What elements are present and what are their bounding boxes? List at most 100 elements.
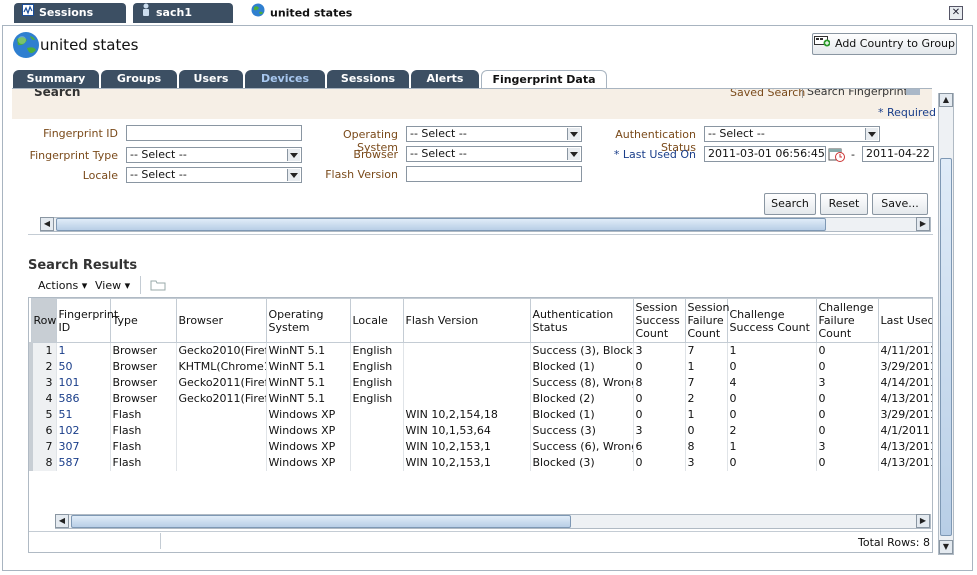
flash-version-input[interactable] (406, 166, 582, 182)
folder-icon[interactable] (150, 279, 166, 294)
calendar-icon[interactable] (828, 146, 846, 165)
saved-search-select[interactable]: Search Fingerprints (802, 89, 914, 98)
search-button[interactable]: Search (764, 193, 816, 215)
row-number: 1 (29, 342, 56, 359)
search-results-title: Search Results (28, 258, 138, 273)
last-used-to-input[interactable]: 2011-04-22 1 (862, 146, 934, 162)
fingerprint-link[interactable]: 51 (59, 408, 73, 421)
operating-system-select[interactable]: -- Select -- (406, 126, 582, 142)
column-header[interactable]: Browser (175, 298, 267, 343)
table-row[interactable]: 7 307 Flash Windows XP WIN 10,2,153,1 Success… (29, 438, 932, 455)
table-cell: 0 (632, 406, 685, 423)
scroll-up-icon[interactable]: ▲ (939, 93, 953, 107)
table-row[interactable]: 8 587 Flash Windows XP WIN 10,2,153,1 Blocked… (29, 454, 932, 471)
tab-groups[interactable]: Groups (101, 70, 177, 88)
table-row[interactable]: 250 BrowserKHTML(Chrome10WinNT 5.1English… (29, 358, 932, 375)
add-country-to-group-button[interactable]: Add Country to Group (812, 33, 957, 55)
scrollbar-thumb[interactable] (71, 515, 571, 528)
save-button[interactable]: Save... (872, 193, 928, 215)
table-cell: Windows XP (265, 422, 350, 439)
scroll-left-icon[interactable]: ◀ (40, 217, 54, 231)
table-cell: 4/11/2011 (877, 342, 932, 359)
table-row[interactable]: 3101BrowserGecko2011(FirefoxWinNT 5.1Eng… (29, 374, 932, 391)
tab-users[interactable]: Users (179, 70, 243, 88)
table-cell: WIN 10,2,153,1 (402, 454, 530, 471)
view-menu[interactable]: View ▾ (95, 279, 130, 292)
column-header[interactable]: Session Failure Count (684, 298, 729, 343)
table-cell: Windows XP (265, 454, 350, 471)
table-cell: English (349, 390, 403, 407)
chevron-down-icon (570, 132, 578, 137)
reset-button[interactable]: Reset (820, 193, 868, 215)
browser-select[interactable]: -- Select -- (406, 146, 582, 162)
table-cell: Flash (109, 438, 176, 455)
close-icon[interactable]: ✕ (949, 6, 963, 20)
scroll-down-icon[interactable]: ▼ (939, 540, 953, 554)
fingerprint-id-input[interactable] (126, 125, 302, 141)
top-tab-user[interactable]: sach1 (133, 3, 233, 23)
authentication-status-select[interactable]: -- Select -- (704, 126, 880, 142)
table-row[interactable]: 4586 BrowserGecko2011(FirefoxWinNT 5.1Eng… (29, 390, 932, 407)
scroll-right-icon[interactable]: ▶ (916, 217, 930, 231)
column-header[interactable]: Fingerprint ID (55, 298, 118, 343)
scrollbar-thumb[interactable] (56, 218, 826, 231)
tab-summary[interactable]: Summary (13, 70, 99, 88)
add-icon (813, 34, 831, 54)
row-number: 4 (29, 390, 56, 407)
fingerprint-id-link[interactable]: 101 (55, 374, 110, 391)
table-row[interactable]: 6 102 Flash Windows XP WIN 10,1,53,64 Success… (29, 422, 932, 439)
fingerprint-link[interactable]: 586 (59, 392, 80, 405)
tab-fingerprint-data[interactable]: Fingerprint Data (481, 70, 607, 89)
table-row[interactable]: 5 51 Flash Windows XP WIN 10,2,154,18 Blocked… (29, 406, 932, 423)
top-tab-label: Sessions (39, 6, 94, 19)
top-tab-sessions[interactable]: Sessions (14, 3, 126, 23)
fingerprint-id-link[interactable]: 102 (55, 422, 110, 439)
column-header[interactable]: Last Used O (877, 298, 932, 343)
saved-search-dropdown-icon[interactable] (906, 89, 920, 95)
actions-menu[interactable]: Actions ▾ (38, 279, 87, 292)
column-header-row[interactable]: Row (30, 298, 57, 343)
fingerprint-id-link[interactable]: 307 (55, 438, 110, 455)
table-cell: Flash (109, 406, 176, 423)
chevron-down-icon (290, 153, 298, 158)
fingerprint-link[interactable]: 587 (59, 456, 80, 469)
tab-devices[interactable]: Devices (245, 70, 325, 88)
column-header[interactable]: Challenge Failure Count (815, 298, 879, 343)
fingerprint-type-select[interactable]: -- Select -- (126, 147, 302, 163)
top-tab-label: sach1 (156, 6, 192, 19)
scrollbar-thumb[interactable] (940, 158, 952, 536)
tab-alerts[interactable]: Alerts (411, 70, 479, 88)
column-header[interactable]: Type (109, 298, 177, 343)
column-header[interactable]: Flash Version (402, 298, 531, 343)
last-used-from-input[interactable]: 2011-03-01 06:56:45 PM (704, 146, 826, 162)
table-cell (175, 454, 266, 471)
fingerprint-link[interactable]: 102 (59, 424, 80, 437)
top-tab-united-states[interactable]: united states (243, 3, 373, 23)
column-header[interactable]: Operating System (265, 298, 351, 343)
scroll-right-icon[interactable]: ▶ (916, 514, 930, 528)
tab-sessions[interactable]: Sessions (327, 70, 409, 88)
column-header[interactable]: Locale (349, 298, 404, 343)
fingerprint-link[interactable]: 50 (59, 360, 73, 373)
table-cell: Flash (109, 454, 176, 471)
row-number: 7 (29, 438, 56, 455)
fingerprint-id-link[interactable]: 50 (55, 358, 110, 375)
fingerprint-id-link[interactable]: 586 (55, 390, 110, 407)
table-cell: 4 (726, 374, 816, 391)
column-header[interactable]: Challenge Success Count (726, 298, 817, 343)
fingerprint-id-link[interactable]: 587 (55, 454, 110, 471)
fingerprint-link[interactable]: 307 (59, 440, 80, 453)
scroll-left-icon[interactable]: ◀ (55, 514, 69, 528)
fingerprint-link[interactable]: 101 (59, 376, 80, 389)
table-cell: 0 (815, 342, 878, 359)
fingerprint-id-link[interactable]: 1 (55, 342, 110, 359)
column-header[interactable]: Authentication Status (529, 298, 634, 343)
table-row[interactable]: 11BrowserGecko2010(FirefoxWinNT 5.1Engli… (29, 342, 932, 359)
results-footer (29, 531, 932, 552)
fingerprint-id-link[interactable]: 51 (55, 406, 110, 423)
locale-select[interactable]: -- Select -- (126, 167, 302, 183)
fingerprint-link[interactable]: 1 (59, 344, 66, 357)
column-header[interactable]: Session Success Count (632, 298, 686, 343)
search-header-label[interactable]: Search (34, 89, 80, 99)
table-cell (402, 374, 530, 391)
